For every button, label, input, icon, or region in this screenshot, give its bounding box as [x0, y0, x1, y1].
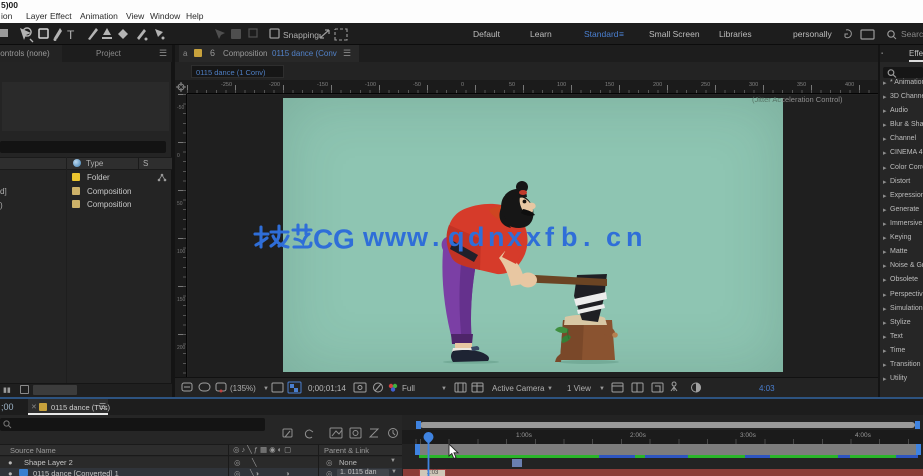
svg-text:T: T — [67, 28, 75, 42]
svg-text:Libraries: Libraries — [719, 29, 752, 39]
svg-text:personally: personally — [793, 29, 832, 39]
svg-text:▼: ▼ — [547, 386, 553, 392]
svg-text:Default: Default — [473, 29, 501, 39]
svg-text:x: x — [526, 222, 541, 252]
svg-text:n: n — [626, 222, 643, 252]
svg-text:.: . — [583, 222, 591, 252]
svg-text:x: x — [507, 222, 522, 252]
svg-text:1 View: 1 View — [567, 384, 591, 393]
svg-text:w: w — [384, 222, 407, 252]
svg-text:G: G — [333, 224, 355, 253]
svg-text:▼: ▼ — [263, 386, 269, 392]
svg-text:≡: ≡ — [619, 29, 624, 39]
svg-text:Snapping: Snapping — [283, 30, 319, 40]
svg-text:C: C — [313, 224, 333, 253]
svg-text:w: w — [406, 222, 429, 252]
svg-text:c: c — [606, 222, 621, 252]
svg-text:Active Camera: Active Camera — [492, 384, 545, 393]
svg-text:Standard: Standard — [584, 29, 619, 39]
svg-text:q: q — [448, 222, 465, 252]
svg-text:d: d — [468, 222, 485, 252]
svg-text:▼: ▼ — [441, 386, 447, 392]
svg-text:Searc: Searc — [901, 29, 923, 39]
svg-text:f: f — [545, 222, 555, 252]
svg-text:(135%): (135%) — [230, 384, 256, 393]
svg-text:n: n — [488, 222, 505, 252]
svg-text:0;00;01;14: 0;00;01;14 — [308, 384, 346, 393]
svg-text:b: b — [561, 222, 578, 252]
svg-text:Full: Full — [402, 384, 415, 393]
svg-text:w: w — [362, 222, 385, 252]
svg-text:.: . — [432, 222, 440, 252]
svg-text:Learn: Learn — [530, 29, 552, 39]
svg-text:Small Screen: Small Screen — [649, 29, 700, 39]
svg-text:4:03: 4:03 — [759, 384, 775, 393]
svg-text:▼: ▼ — [599, 386, 605, 392]
